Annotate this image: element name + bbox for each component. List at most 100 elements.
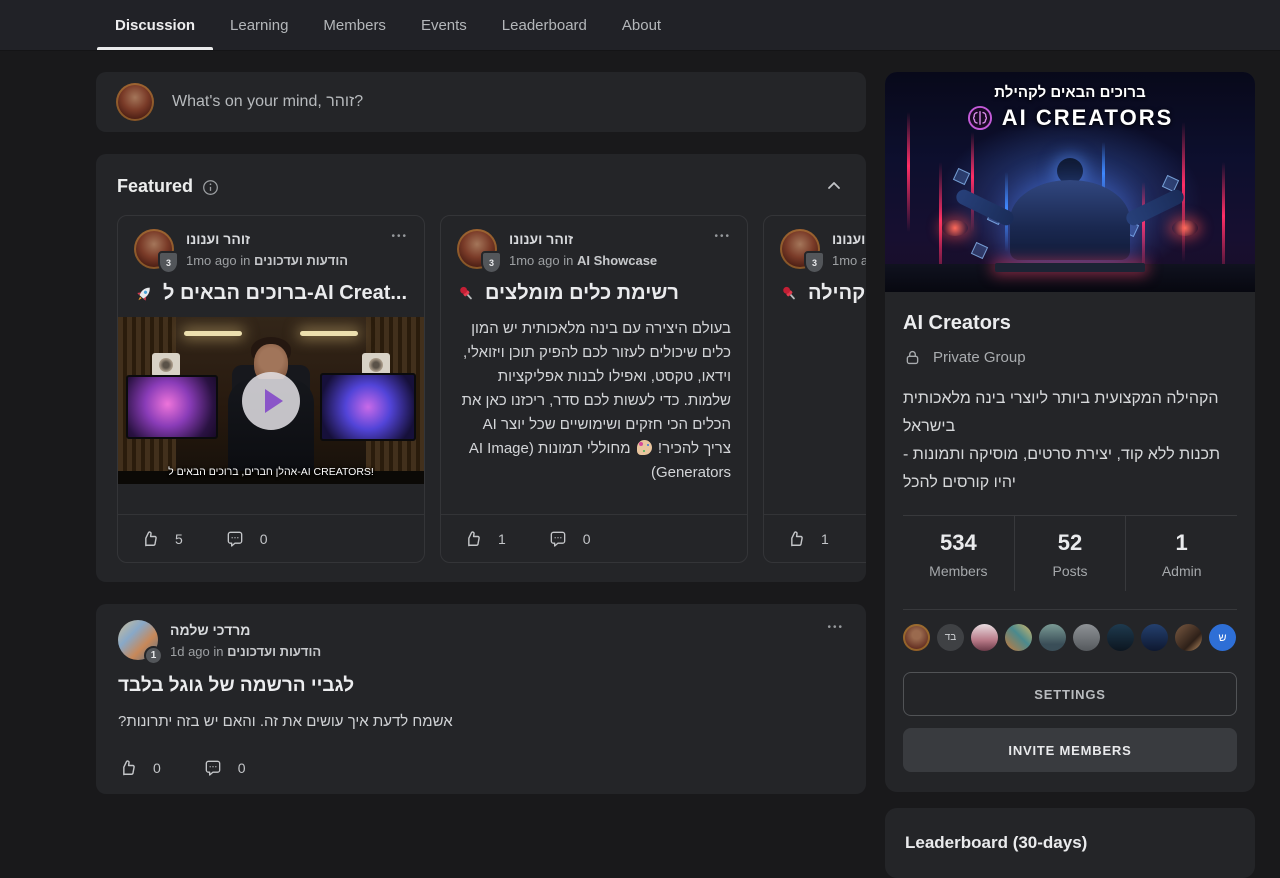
thumb-art	[152, 353, 180, 377]
video-thumbnail[interactable]: אהלן חברים, ברוכים הבאים ל-AI CREATORS!	[118, 317, 424, 484]
comment-count: 0	[583, 531, 591, 547]
tab-leaderboard[interactable]: Leaderboard	[502, 0, 587, 50]
post-body: ✓ למעלה ? היכנס ל עמוד התכנים שיש לקבל ת…	[764, 317, 866, 513]
post-title[interactable]: הקהילה	[780, 282, 866, 305]
info-icon[interactable]	[202, 179, 219, 196]
member-avatar[interactable]	[1005, 624, 1032, 651]
comment-button[interactable]: 0	[225, 529, 268, 549]
featured-header: Featured	[117, 174, 866, 198]
author-name[interactable]: זוהר וענונו	[832, 231, 866, 247]
like-count: 1	[821, 531, 829, 547]
banner-art	[1010, 180, 1130, 260]
banner-brand-text: AI CREATORS	[1002, 105, 1174, 131]
tab-learning[interactable]: Learning	[230, 0, 288, 50]
post-time: 1mo ago	[509, 253, 560, 268]
featured-card-community: 3 זוהר וענונו 1mo ago in הודעות ועדכונים	[763, 215, 866, 563]
post-menu-icon[interactable]: •••	[391, 231, 408, 242]
comment-button[interactable]: 0	[548, 529, 591, 549]
featured-cards-row: 3 זוהר וענונו 1mo ago in הודעות ועדכונים…	[117, 215, 866, 563]
post-time: 1d ago	[170, 644, 210, 659]
feed-post: 1 מרדכי שלמה 1d ago in הודעות ועדכונים •…	[96, 604, 866, 794]
chevron-up-icon[interactable]	[826, 178, 842, 194]
composer-prompt: What's on your mind, זוהר?	[172, 93, 363, 111]
meta-in: in	[240, 253, 250, 268]
leaderboard-card: Leaderboard (30-days)	[885, 808, 1255, 878]
post-meta: 1mo ago in הודעות ועדכונים	[186, 253, 348, 268]
member-avatar[interactable]	[1175, 624, 1202, 651]
tab-about[interactable]: About	[622, 0, 661, 50]
post-title[interactable]: לגביי הרשמה של גוגל בלבד	[118, 675, 844, 697]
post-header: 3 זוהר וענונו 1mo ago in הודעות ועדכונים	[764, 216, 866, 275]
author-avatar[interactable]: 3	[134, 229, 174, 269]
level-badge: 3	[481, 251, 502, 274]
member-avatar[interactable]	[971, 624, 998, 651]
featured-section: Featured 3 זוהר וענונו 1mo ago	[96, 154, 866, 582]
stat-members[interactable]: 534 Members	[903, 516, 1014, 591]
post-actions: 0 0	[118, 758, 844, 778]
level-badge: 3	[804, 251, 825, 274]
meta-in: in	[563, 253, 573, 268]
post-menu-icon[interactable]: •••	[714, 231, 731, 242]
thumb-art	[320, 373, 416, 441]
author-avatar[interactable]: 3	[457, 229, 497, 269]
like-button[interactable]: 1	[463, 529, 506, 549]
lock-icon	[903, 348, 922, 367]
group-stats: 534 Members 52 Posts 1 Admin	[903, 516, 1237, 591]
author-avatar[interactable]: 3	[780, 229, 820, 269]
post-actions: 1 0	[441, 514, 747, 562]
tab-discussion[interactable]: Discussion	[115, 0, 195, 50]
author-avatar[interactable]: 1	[118, 620, 158, 660]
post-composer[interactable]: What's on your mind, זוהר?	[96, 72, 866, 132]
banner-art	[971, 132, 974, 232]
tab-events[interactable]: Events	[421, 0, 467, 50]
group-description: הקהילה המקצועית ביותר ליוצרי בינה מלאכות…	[903, 385, 1237, 497]
comment-button[interactable]: 0	[203, 758, 246, 778]
member-avatar[interactable]	[1107, 624, 1134, 651]
member-avatar[interactable]: בד	[937, 624, 964, 651]
author-name[interactable]: מרדכי שלמה	[170, 622, 250, 638]
current-user-avatar	[116, 83, 154, 121]
post-meta: 1mo ago in AI Showcase	[509, 253, 657, 268]
post-body: אשמח לדעת איך עושים את זה. והאם יש בזה י…	[118, 713, 844, 730]
member-avatar[interactable]	[903, 624, 930, 651]
members-label: Members	[903, 563, 1014, 579]
stat-posts[interactable]: 52 Posts	[1014, 516, 1126, 591]
group-card: ברוכים הבאים לקהילת AI CREATORS AI Creat…	[885, 72, 1255, 792]
post-meta: 1mo ago in הודעות ועדכונים	[832, 253, 866, 268]
tab-members[interactable]: Members	[323, 0, 386, 50]
like-button[interactable]: 1	[786, 529, 829, 549]
invite-members-button[interactable]: INVITE MEMBERS	[903, 728, 1237, 772]
stat-admin[interactable]: 1 Admin	[1125, 516, 1237, 591]
post-title[interactable]: רשימת כלים מומלצים	[457, 282, 731, 305]
member-avatar[interactable]	[1073, 624, 1100, 651]
settings-button[interactable]: SETTINGS	[903, 672, 1237, 716]
member-avatar[interactable]	[1141, 624, 1168, 651]
thumb-art	[300, 331, 358, 336]
post-header: 1 מרדכי שלמה 1d ago in הודעות ועדכונים •…	[118, 620, 844, 660]
featured-card-welcome: 3 זוהר וענונו 1mo ago in הודעות ועדכונים…	[117, 215, 425, 563]
like-button[interactable]: 0	[118, 758, 161, 778]
post-category[interactable]: הודעות ועדכונים	[254, 253, 348, 268]
member-avatar[interactable]: ש	[1209, 624, 1236, 651]
thumb-art	[184, 331, 242, 336]
like-button[interactable]: 5	[140, 529, 183, 549]
post-menu-icon[interactable]: •••	[827, 622, 844, 633]
banner-art	[1182, 122, 1185, 262]
post-category[interactable]: הודעות ועדכונים	[227, 644, 321, 659]
play-button-icon[interactable]	[242, 372, 300, 430]
group-info: AI Creators Private Group הקהילה המקצועי…	[885, 292, 1255, 792]
banner-art	[942, 220, 968, 236]
post-category[interactable]: AI Showcase	[577, 253, 657, 268]
featured-card-tools: 3 זוהר וענונו 1mo ago in AI Showcase •••	[440, 215, 748, 563]
post-title[interactable]: ברוכים הבאים ל-AI Creat...	[134, 282, 408, 305]
leaderboard-title: Leaderboard (30-days)	[905, 833, 1235, 853]
author-name[interactable]: זוהר וענונו	[186, 231, 250, 247]
author-name[interactable]: זוהר וענונו	[509, 231, 573, 247]
posts-label: Posts	[1015, 563, 1126, 579]
thumb-art	[126, 375, 218, 439]
group-cover-image[interactable]: ברוכים הבאים לקהילת AI CREATORS	[885, 72, 1255, 292]
member-avatar[interactable]	[1039, 624, 1066, 651]
comment-count: 0	[238, 760, 246, 776]
like-count: 0	[153, 760, 161, 776]
post-time: 1mo ago	[832, 253, 866, 268]
